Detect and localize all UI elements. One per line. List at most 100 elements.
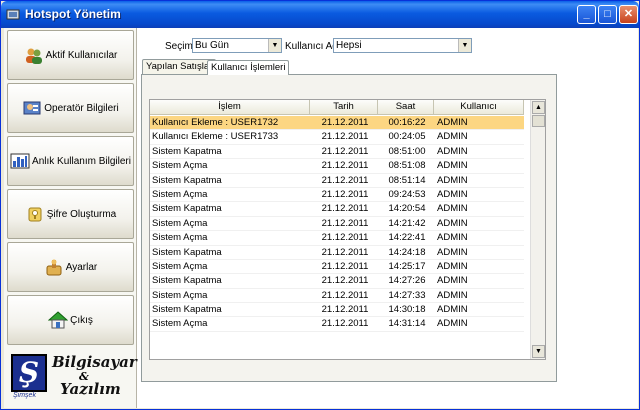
logo-emblem: Ş — [11, 354, 47, 392]
maximize-button[interactable]: □ — [598, 5, 617, 24]
column-header-kullanici[interactable]: Kullanıcı — [434, 100, 524, 114]
chevron-down-icon[interactable]: ▼ — [268, 39, 281, 52]
cell-islem: Sistem Kapatma — [152, 203, 222, 215]
cell-kullanici: ADMIN — [437, 260, 468, 272]
cell-tarih: 21.12.2011 — [321, 275, 369, 287]
table-row[interactable]: Sistem Açma 21.12.2011 14:27:33 ADMIN — [150, 289, 524, 304]
cell-tarih: 21.12.2011 — [321, 260, 369, 272]
sidebar-item-label: Çıkış — [70, 314, 93, 326]
cell-islem: Kullanıcı Ekleme : USER1732 — [152, 117, 279, 128]
cell-tarih: 21.12.2011 — [321, 203, 369, 215]
grid-scrollbar[interactable]: ▲ ▼ — [530, 100, 545, 359]
cell-saat: 08:51:00 — [388, 145, 426, 157]
cell-tarih: 21.12.2011 — [321, 304, 369, 316]
cell-saat: 14:27:33 — [388, 289, 426, 301]
cell-saat: 00:16:22 — [388, 117, 426, 128]
logo-text-line2: Yazılım — [60, 380, 121, 398]
table-row[interactable]: Kullanıcı Ekleme : USER1732 21.12.2011 00:… — [150, 116, 524, 131]
cell-islem: Sistem Açma — [152, 188, 208, 200]
cell-tarih: 21.12.2011 — [321, 188, 369, 200]
cell-saat: 14:21:42 — [388, 217, 426, 229]
table-row[interactable]: Sistem Açma 21.12.2011 14:21:42 ADMIN — [150, 217, 524, 232]
tab-yapilan-satislar[interactable]: Yapılan Satışlar — [142, 59, 217, 74]
cell-saat: 08:51:14 — [388, 174, 426, 186]
main-window: Hotspot Yönetim _ □ ✕ Aktif Kullanıcılar… — [0, 0, 640, 410]
table-row[interactable]: Kullanıcı Ekleme : USER1733 21.12.2011 00:… — [150, 130, 524, 145]
cell-saat: 14:24:18 — [388, 246, 426, 258]
cell-tarih: 21.12.2011 — [321, 160, 369, 172]
table-row[interactable]: Sistem Kapatma 21.12.2011 14:20:54 ADMIN — [150, 202, 524, 217]
sidebar-item-operator-bilgileri[interactable]: Operatör Bilgileri — [7, 83, 134, 133]
sidebar-item-label: Aktif Kullanıcılar — [45, 49, 118, 61]
cell-kullanici: ADMIN — [437, 217, 468, 229]
secim-dropdown[interactable]: Bu Gün ▼ — [192, 38, 282, 53]
column-header-islem[interactable]: İşlem — [150, 100, 310, 114]
scroll-down-icon[interactable]: ▼ — [532, 345, 545, 358]
sidebar-item-sifre-olusturma[interactable]: Şifre Oluşturma — [7, 189, 134, 239]
table-row[interactable]: Sistem Açma 21.12.2011 14:31:14 ADMIN — [150, 317, 524, 332]
cell-kullanici: ADMIN — [437, 188, 468, 200]
table-row[interactable]: Sistem Açma 21.12.2011 09:24:53 ADMIN — [150, 188, 524, 203]
tab-panel: İşlem Tarih Saat Kullanıcı Kullanıcı Ekl… — [141, 74, 557, 382]
close-button[interactable]: ✕ — [619, 5, 638, 24]
grid-header: İşlem Tarih Saat Kullanıcı — [150, 100, 524, 115]
minimize-button[interactable]: _ — [577, 5, 596, 24]
table-row[interactable]: Sistem Açma 21.12.2011 08:51:08 ADMIN — [150, 159, 524, 174]
sidebar-item-anlik-kullanim[interactable]: Anlık Kullanım Bilgileri — [7, 136, 134, 186]
scroll-thumb[interactable] — [532, 115, 545, 127]
table-row[interactable]: Sistem Kapatma 21.12.2011 14:24:18 ADMIN — [150, 246, 524, 260]
cell-kullanici: ADMIN — [437, 275, 468, 287]
cell-kullanici: ADMIN — [437, 232, 468, 244]
cell-tarih: 21.12.2011 — [321, 318, 369, 330]
cell-saat: 14:31:14 — [388, 318, 426, 330]
kullanici-adi-dropdown[interactable]: Hepsi ▼ — [333, 38, 472, 53]
cell-islem: Sistem Kapatma — [152, 275, 222, 287]
cell-islem: Sistem Açma — [152, 217, 208, 229]
cell-islem: Sistem Kapatma — [152, 174, 222, 186]
column-header-tarih[interactable]: Tarih — [310, 100, 378, 114]
tab-kullanici-islemleri[interactable]: Kullanıcı İşlemleri — [207, 60, 290, 75]
cell-tarih: 21.12.2011 — [321, 289, 369, 301]
cell-islem: Sistem Açma — [152, 318, 208, 330]
tab-label: Yapılan Satışlar — [146, 61, 213, 72]
company-logo: Ş Şimşek Bilgisayar & Yazılım — [7, 350, 137, 406]
cell-kullanici: ADMIN — [437, 289, 468, 301]
cell-saat: 09:24:53 — [388, 188, 426, 200]
cell-islem: Sistem Kapatma — [152, 145, 222, 157]
chevron-down-icon[interactable]: ▼ — [458, 39, 471, 52]
table-row[interactable]: Sistem Kapatma 21.12.2011 14:27:26 ADMIN — [150, 274, 524, 289]
table-row[interactable]: Sistem Kapatma 21.12.2011 14:30:18 ADMIN — [150, 303, 524, 318]
cell-islem: Sistem Açma — [152, 260, 208, 272]
cell-kullanici: ADMIN — [437, 304, 468, 316]
table-row[interactable]: Sistem Açma 21.12.2011 14:22:41 ADMIN — [150, 231, 524, 246]
cell-saat: 14:20:54 — [388, 203, 426, 215]
table-row[interactable]: Sistem Kapatma 21.12.2011 08:51:00 ADMIN — [150, 145, 524, 160]
tab-label: Kullanıcı İşlemleri — [211, 62, 286, 73]
cell-kullanici: ADMIN — [437, 117, 468, 128]
key-icon — [28, 207, 42, 222]
cell-kullanici: ADMIN — [437, 131, 468, 143]
cell-saat: 00:24:05 — [388, 131, 426, 143]
operator-icon — [23, 101, 41, 115]
cell-tarih: 21.12.2011 — [321, 145, 369, 157]
cell-saat: 14:30:18 — [388, 304, 426, 316]
sidebar-item-cikis[interactable]: Çıkış — [7, 295, 134, 345]
kullanici-adi-value: Hepsi — [336, 40, 362, 51]
column-header-saat[interactable]: Saat — [378, 100, 434, 114]
table-row[interactable]: Sistem Açma 21.12.2011 14:25:17 ADMIN — [150, 260, 524, 275]
cell-islem: Sistem Açma — [152, 160, 208, 172]
title-bar[interactable]: Hotspot Yönetim _ □ ✕ — [1, 1, 639, 28]
grid-body: Kullanıcı Ekleme : USER1732 21.12.2011 00:… — [150, 116, 524, 332]
secim-value: Bu Gün — [195, 40, 229, 51]
sidebar-item-label: Anlık Kullanım Bilgileri — [32, 155, 131, 167]
activity-grid: İşlem Tarih Saat Kullanıcı Kullanıcı Ekl… — [149, 99, 546, 360]
cell-kullanici: ADMIN — [437, 160, 468, 172]
settings-icon — [46, 259, 62, 276]
cell-tarih: 21.12.2011 — [321, 232, 369, 244]
sidebar-item-ayarlar[interactable]: Ayarlar — [7, 242, 134, 292]
scroll-up-icon[interactable]: ▲ — [532, 101, 545, 114]
cell-tarih: 21.12.2011 — [321, 174, 369, 186]
sidebar-item-aktif-kullanicilar[interactable]: Aktif Kullanıcılar — [7, 30, 134, 80]
bar-chart-icon — [10, 153, 30, 169]
table-row[interactable]: Sistem Kapatma 21.12.2011 08:51:14 ADMIN — [150, 174, 524, 188]
